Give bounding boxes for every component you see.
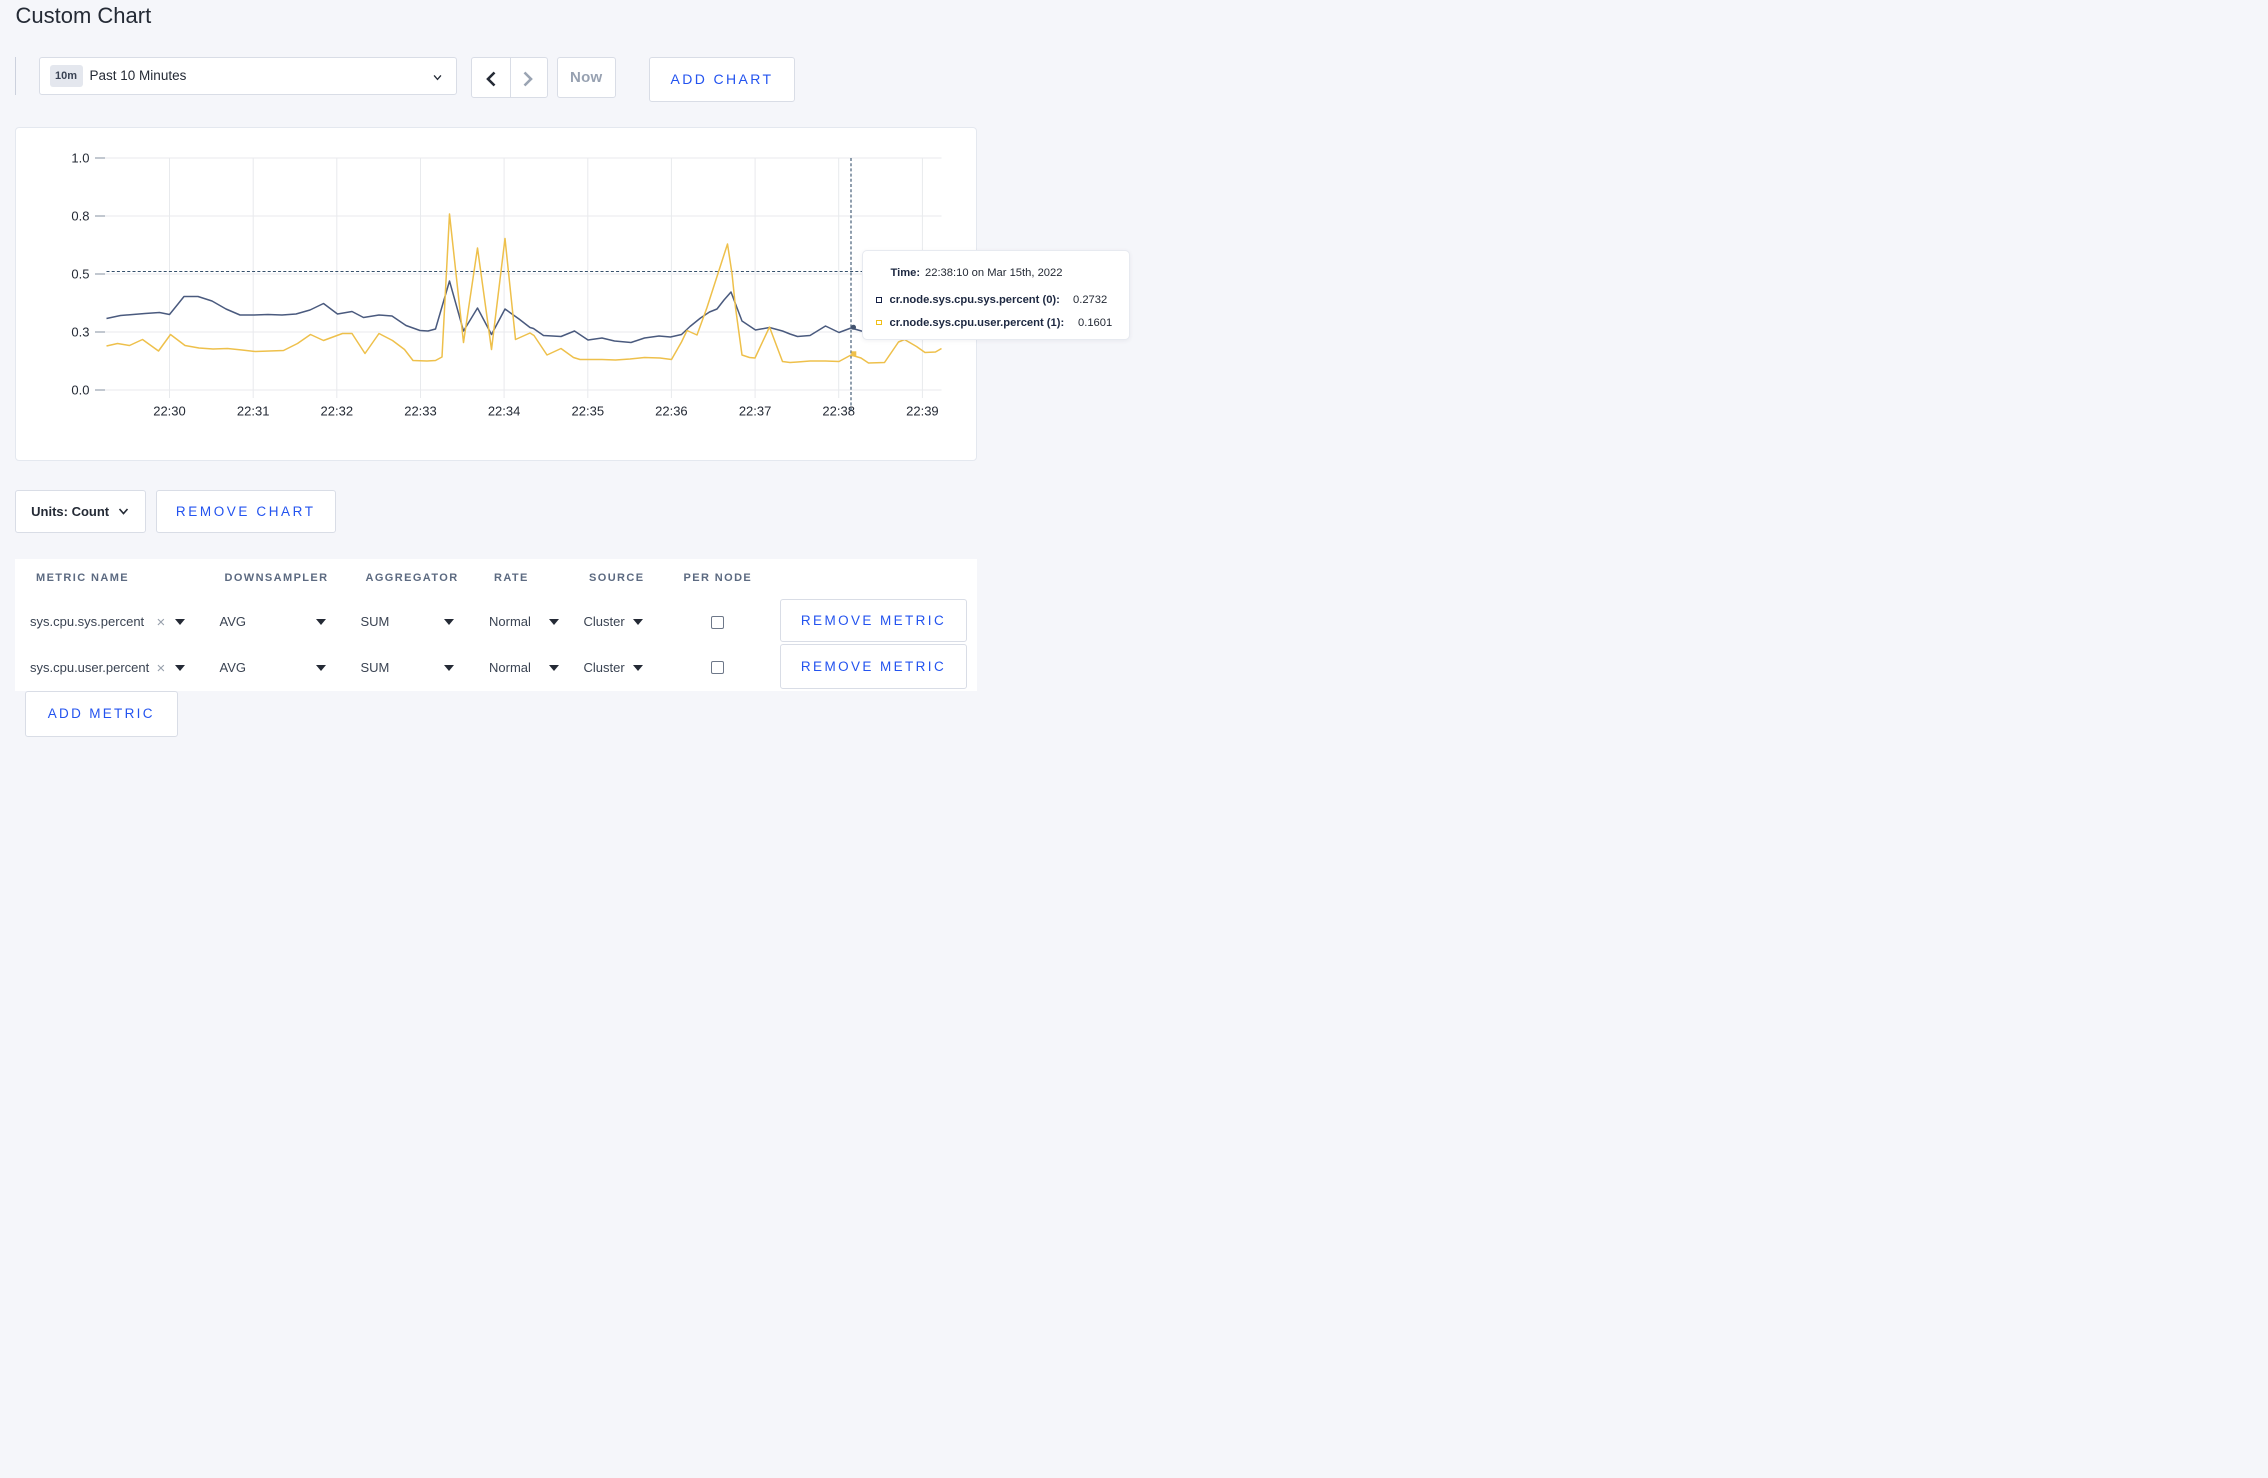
svg-text:22:36: 22:36 [655,404,688,419]
svg-text:0.3: 0.3 [71,325,89,340]
svg-text:22:39: 22:39 [906,404,939,419]
svg-text:22:38: 22:38 [822,404,855,419]
svg-text:0.5: 0.5 [71,267,89,282]
svg-text:22:31: 22:31 [237,404,270,419]
svg-text:22:35: 22:35 [572,404,605,419]
svg-text:0.8: 0.8 [71,209,89,224]
svg-text:0.0: 0.0 [71,383,89,398]
svg-text:22:37: 22:37 [739,404,772,419]
svg-text:1.0: 1.0 [71,151,89,166]
svg-text:22:33: 22:33 [404,404,437,419]
svg-text:22:32: 22:32 [321,404,354,419]
svg-text:22:34: 22:34 [488,404,521,419]
svg-text:22:30: 22:30 [153,404,186,419]
